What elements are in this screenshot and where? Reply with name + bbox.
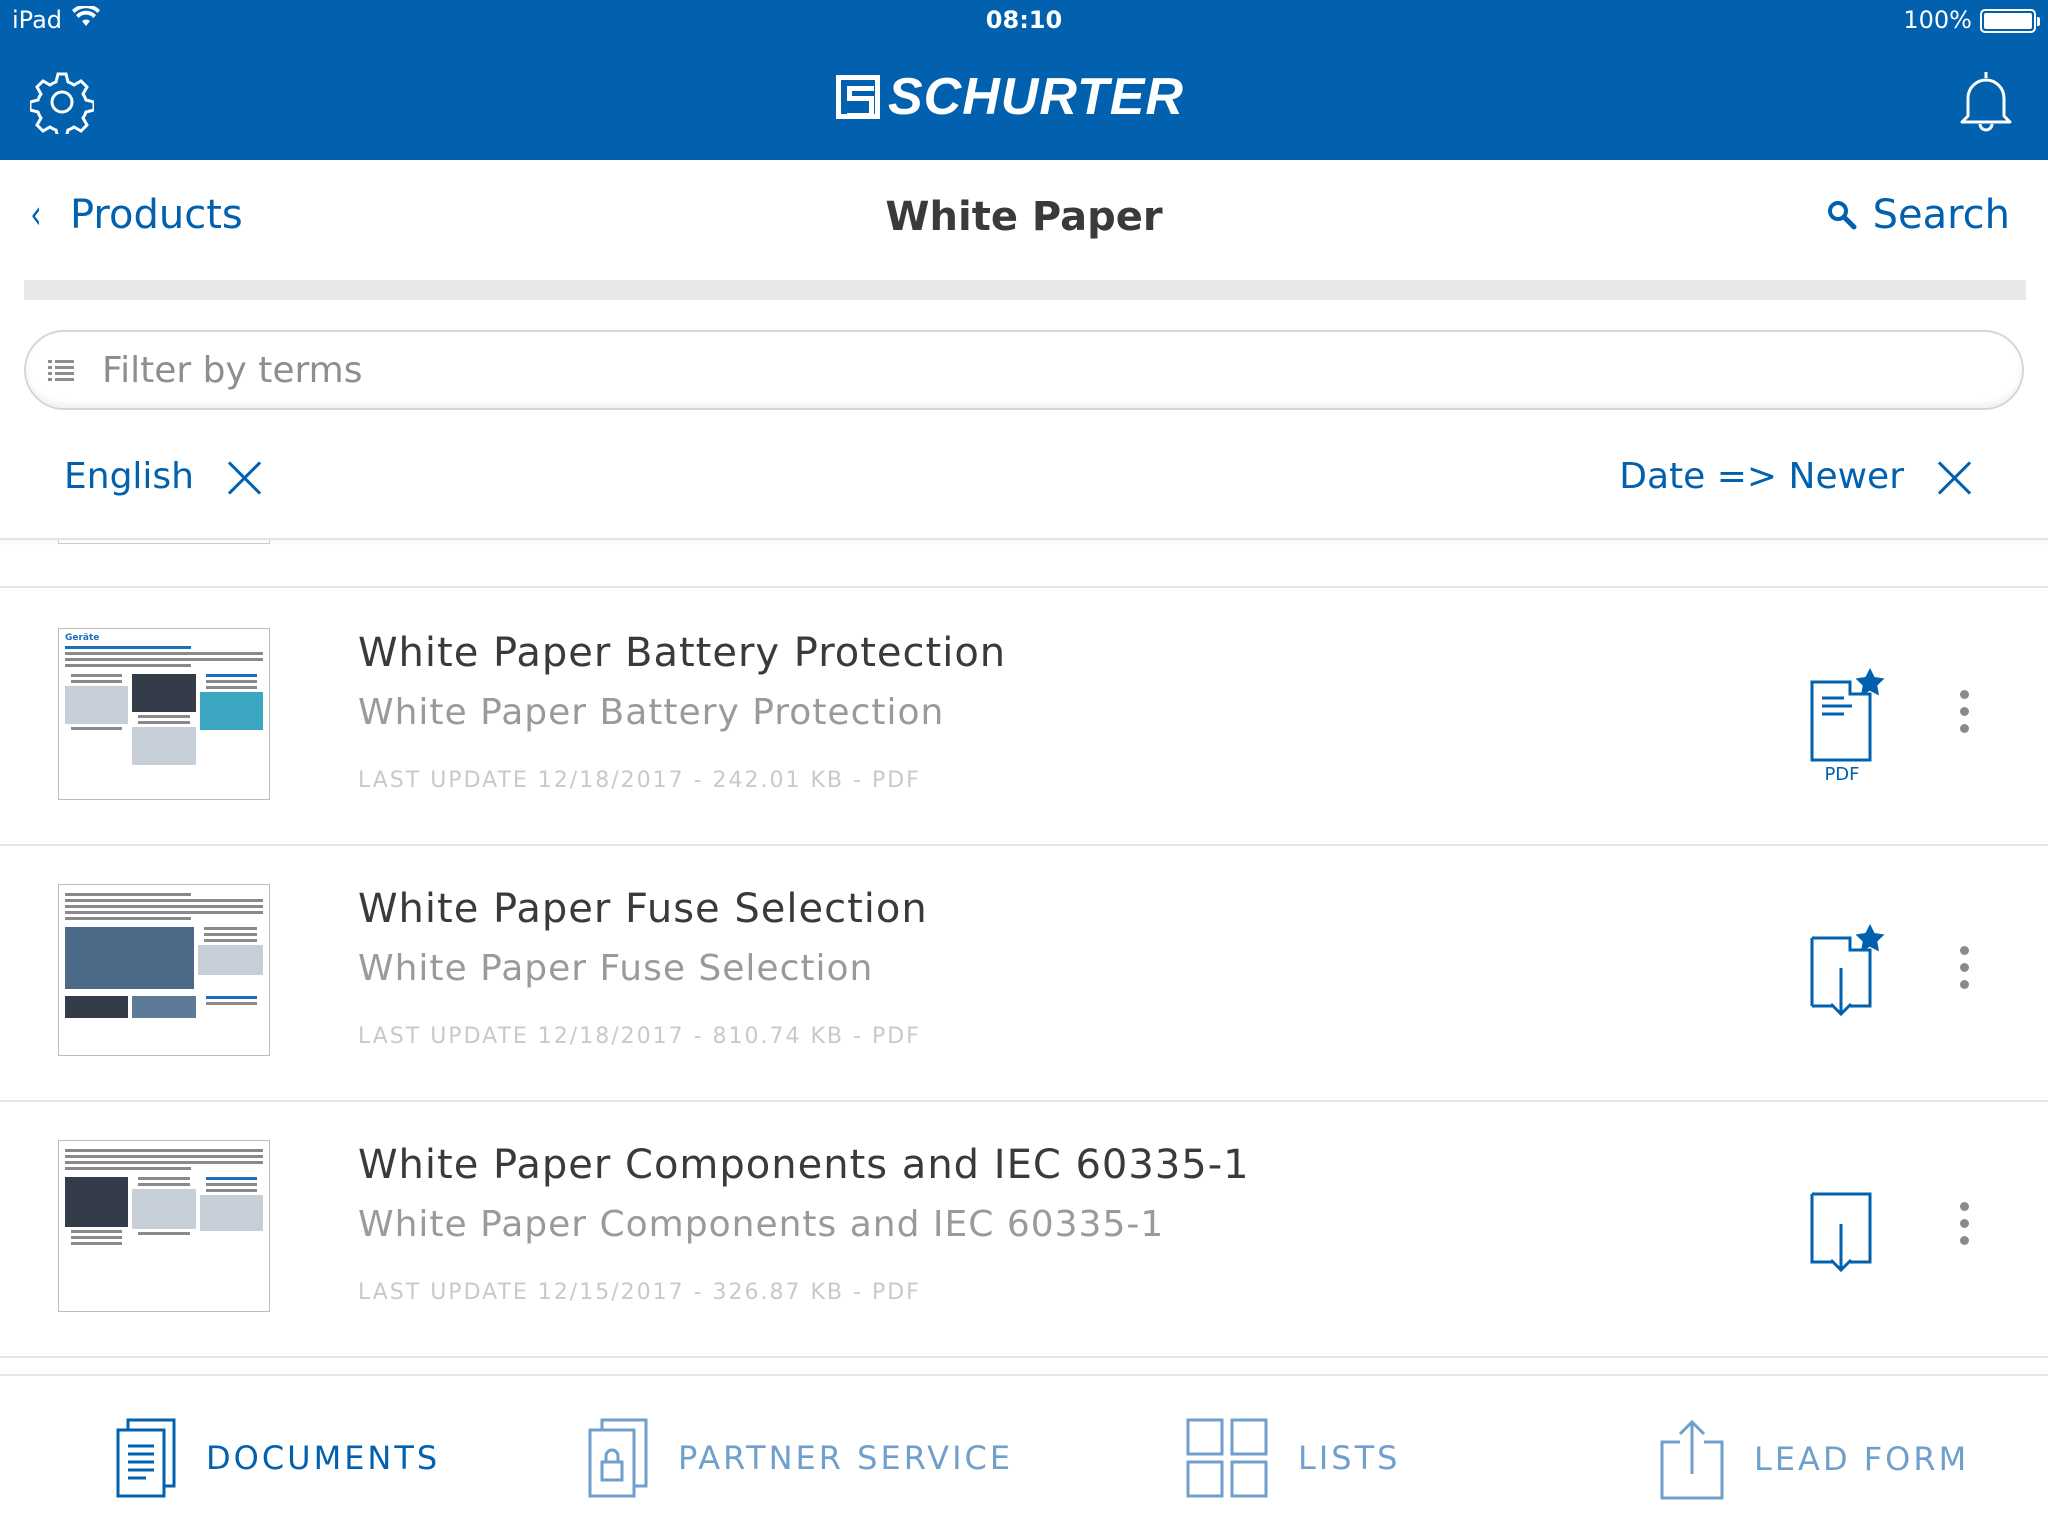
status-bar: iPad 08:10 100% [0,0,2048,40]
list-item-partial[interactable] [0,540,2048,588]
bottom-tab-bar: DOCUMENTS PARTNER SERVICE LISTS LEAD FOR… [0,1374,2048,1536]
open-pdf-button[interactable]: PDF [1810,668,1890,788]
document-subtitle: White Paper Battery Protection [358,692,945,733]
document-subtitle: White Paper Components and IEC 60335-1 [358,1204,1165,1245]
tab-lead-form[interactable]: LEAD FORM [1660,1418,1969,1500]
search-icon [1827,201,1857,230]
documents-icon [116,1418,176,1498]
sort-filter-chip: Date => Newer [1619,456,1972,497]
document-title: White Paper Fuse Selection [358,886,928,932]
chevron-left-icon: ‹ [30,192,42,238]
clock: 08:10 [985,6,1063,34]
pdf-label: PDF [1824,764,1860,785]
tab-lists[interactable]: LISTS [1186,1418,1400,1498]
tab-partner-service[interactable]: PARTNER SERVICE [588,1418,1013,1498]
list-item[interactable]: Geräte White Paper Battery Protection Wh… [0,590,2048,846]
list-item[interactable]: White Paper Fuse Selection White Paper F… [0,846,2048,1102]
more-options-button[interactable] [1954,690,1974,740]
language-filter-chip: English [64,456,262,497]
list-item[interactable]: White Paper Components and IEC 60335-1 W… [0,1102,2048,1358]
notifications-button[interactable] [1954,68,2018,134]
settings-button[interactable] [28,70,96,140]
language-filter-label[interactable]: English [64,456,194,497]
navigation-bar: ‹ Products White Paper Search [0,160,2048,280]
bell-icon [1960,72,2012,132]
partner-service-icon [588,1418,648,1498]
back-label: Products [70,192,243,238]
page-title: White Paper [885,194,1163,240]
brand-name: SCHURTER [888,68,1184,126]
filter-field[interactable] [24,330,2024,410]
filter-input[interactable] [102,349,1902,391]
back-button[interactable]: ‹ Products [28,192,243,238]
battery-icon [1980,9,2040,33]
tab-label: LISTS [1298,1439,1401,1477]
schurter-logo-mark [836,75,880,119]
app-header: iPad 08:10 100% SCHURTER [0,0,2048,160]
document-thumbnail [58,884,270,1056]
document-meta: LAST UPDATE 12/15/2017 - 326.87 KB - PDF [358,1280,921,1305]
tab-label: DOCUMENTS [206,1439,441,1477]
favorite-star-icon [1855,924,1885,952]
tab-label: PARTNER SERVICE [678,1439,1014,1477]
lead-form-share-icon [1660,1419,1724,1500]
download-document-icon [1810,1192,1872,1273]
favorite-star-icon [1855,668,1885,696]
clear-sort-filter-close-icon[interactable] [1938,460,1972,494]
lists-grid-icon [1186,1418,1268,1498]
clear-language-filter-close-icon[interactable] [228,460,262,494]
document-meta: LAST UPDATE 12/18/2017 - 810.74 KB - PDF [358,1024,921,1049]
document-thumbnail [58,1140,270,1312]
download-button[interactable] [1810,924,1890,1044]
document-meta: LAST UPDATE 12/18/2017 - 242.01 KB - PDF [358,768,921,793]
list-icon [48,360,74,381]
gear-icon [28,72,96,140]
thumbnail-heading: Geräte [65,633,100,643]
tab-documents[interactable]: DOCUMENTS [116,1418,440,1498]
search-label: Search [1872,192,2010,238]
brand-logo: SCHURTER [836,68,1184,126]
sort-filter-label[interactable]: Date => Newer [1619,456,1904,497]
document-thumbnail: Geräte [58,628,270,800]
document-thumbnail [58,540,270,544]
loading-bar [24,280,2026,300]
tab-label: LEAD FORM [1754,1440,1970,1478]
document-title: White Paper Battery Protection [358,630,1007,676]
document-list: Geräte White Paper Battery Protection Wh… [0,540,2048,1370]
document-subtitle: White Paper Fuse Selection [358,948,874,989]
download-document-icon [1810,924,1885,1017]
more-options-button[interactable] [1954,1202,1974,1252]
document-title: White Paper Components and IEC 60335-1 [358,1142,1250,1188]
pdf-document-icon [1810,668,1885,762]
more-options-button[interactable] [1954,946,1974,996]
download-button[interactable] [1810,1180,1890,1300]
search-button[interactable]: Search [1827,192,2010,238]
battery-percentage: 100% [1903,6,1972,34]
